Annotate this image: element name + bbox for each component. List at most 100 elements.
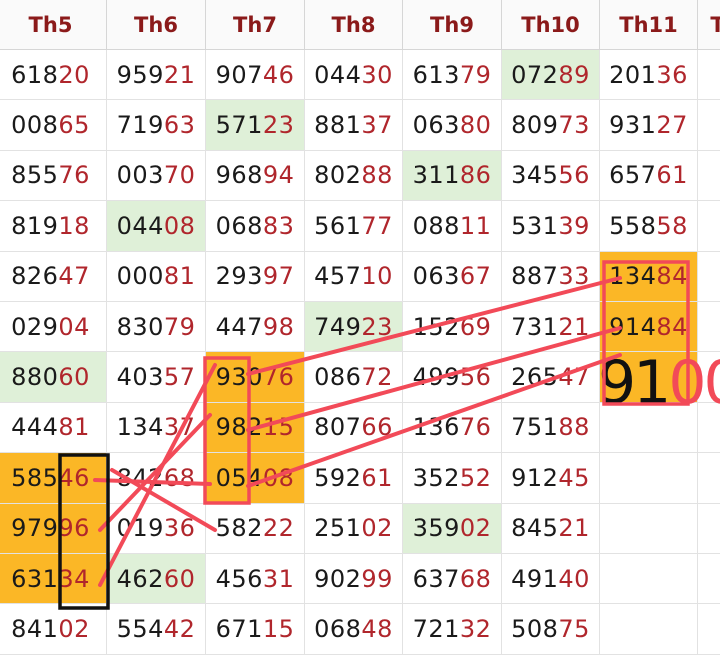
result-cell (698, 252, 720, 302)
number-suffix: 30 (361, 60, 393, 89)
number-prefix: 457 (314, 262, 362, 291)
number-suffix: 31 (262, 564, 295, 593)
number-prefix: 462 (116, 564, 164, 593)
result-cell: 457 10 (305, 251, 403, 302)
number-prefix: 931 (609, 111, 657, 140)
number-prefix: 554 (116, 615, 164, 644)
number-prefix: 019 (116, 514, 164, 543)
result-cell: 907 46 (206, 50, 305, 101)
number-suffix: 36 (656, 60, 688, 89)
number-suffix: 37 (163, 413, 196, 442)
number-suffix: 02 (58, 615, 90, 644)
result-cell: 029 04 (0, 302, 107, 353)
result-cell: 134 37 (107, 402, 206, 454)
result-cell: 063 80 (403, 100, 502, 151)
result-cell: 902 99 (305, 554, 403, 605)
number-prefix: 631 (11, 564, 59, 593)
number-suffix: 52 (459, 463, 492, 492)
number-suffix: 79 (163, 312, 196, 341)
column-header-0: Th5 (0, 0, 107, 50)
number-suffix: 66 (361, 413, 393, 442)
number-prefix: 044 (314, 60, 362, 89)
number-suffix: 70 (163, 161, 196, 190)
number-prefix: 582 (215, 514, 263, 543)
number-prefix: 561 (314, 211, 362, 240)
number-suffix: 89 (558, 60, 590, 89)
number-suffix: 36 (163, 514, 196, 543)
number-prefix: 749 (314, 312, 362, 341)
number-suffix: 76 (459, 413, 492, 442)
result-cell: 352 52 (403, 453, 502, 504)
number-suffix: 80 (459, 111, 492, 140)
number-suffix: 84 (656, 262, 688, 291)
result-cell: 088 11 (403, 201, 502, 252)
result-cell: 845 21 (502, 503, 600, 554)
result-cell: 265 47 (502, 352, 600, 403)
column-header-1: Th6 (107, 0, 206, 50)
result-cell: 931 27 (600, 100, 698, 151)
number-suffix: 61 (361, 463, 393, 492)
number-prefix: 807 (314, 413, 362, 442)
column-header-6: Th11 (600, 0, 698, 50)
result-cell: 802 88 (305, 150, 403, 202)
result-cell: 444 81 (0, 402, 107, 454)
number-suffix: 02 (459, 514, 492, 543)
number-suffix: 88 (558, 413, 590, 442)
column-header-3: Th8 (305, 0, 403, 50)
number-suffix: 69 (459, 312, 492, 341)
number-prefix: 456 (215, 564, 263, 593)
number-prefix: 000 (116, 262, 164, 291)
number-prefix: 311 (412, 161, 460, 190)
number-prefix: 054 (215, 463, 263, 492)
highlight-number-second: 00 (668, 348, 720, 418)
highlight-number-first: 91 (598, 348, 671, 418)
result-cell: 842 68 (107, 453, 206, 504)
result-cell: 456 31 (206, 554, 305, 605)
number-suffix: 58 (656, 211, 688, 240)
result-cell: 751 88 (502, 402, 600, 454)
number-prefix: 613 (412, 60, 460, 89)
number-prefix: 914 (609, 312, 657, 341)
result-cell: 887 33 (502, 251, 600, 302)
number-prefix: 881 (314, 111, 362, 140)
number-prefix: 008 (11, 111, 59, 140)
result-cell: 558 58 (600, 201, 698, 252)
number-suffix: 32 (459, 615, 492, 644)
number-prefix: 571 (215, 111, 263, 140)
number-suffix: 98 (262, 312, 295, 341)
result-cell (600, 604, 698, 655)
number-prefix: 855 (11, 161, 59, 190)
number-prefix: 152 (412, 312, 460, 341)
number-suffix: 23 (262, 111, 295, 140)
number-suffix: 56 (558, 161, 590, 190)
number-prefix: 444 (11, 413, 59, 442)
number-suffix: 02 (361, 514, 393, 543)
result-cell: 508 75 (502, 604, 600, 655)
result-cell: 826 47 (0, 251, 107, 302)
number-prefix: 068 (314, 615, 362, 644)
number-prefix: 731 (511, 312, 559, 341)
result-cell: 086 72 (305, 352, 403, 403)
number-prefix: 088 (412, 211, 460, 240)
number-suffix: 76 (262, 363, 295, 392)
result-cell: 531 39 (502, 201, 600, 252)
result-cell: 008 65 (0, 100, 107, 151)
number-suffix: 75 (558, 615, 590, 644)
result-cell (698, 50, 720, 101)
result-cell: 000 81 (107, 251, 206, 302)
number-prefix: 637 (412, 564, 460, 593)
number-prefix: 841 (11, 615, 59, 644)
number-suffix: 15 (262, 615, 295, 644)
number-prefix: 751 (511, 413, 559, 442)
result-cell: 592 61 (305, 453, 403, 504)
result-cell: 930 76 (206, 352, 305, 403)
result-cell: 959 21 (107, 50, 206, 101)
result-cell (698, 100, 720, 151)
result-cell: 063 67 (403, 251, 502, 302)
number-prefix: 558 (609, 211, 657, 240)
number-prefix: 819 (11, 211, 59, 240)
column-header-4: Th9 (403, 0, 502, 50)
number-prefix: 044 (116, 211, 164, 240)
number-suffix: 21 (558, 514, 590, 543)
number-prefix: 063 (412, 262, 460, 291)
